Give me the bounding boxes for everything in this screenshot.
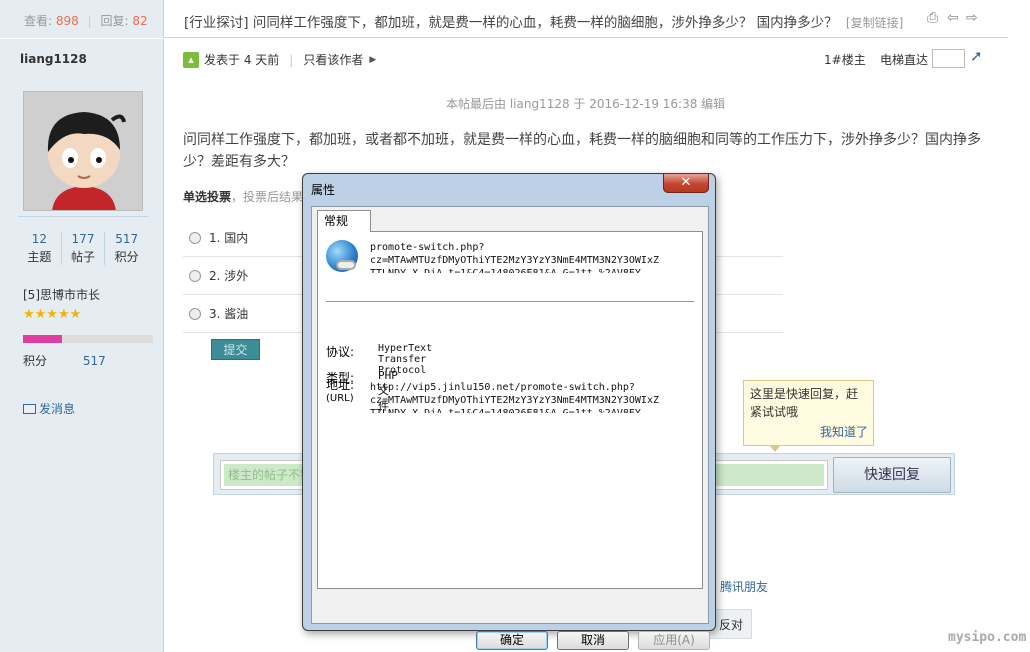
page-margin (1008, 0, 1030, 652)
points-row: 积分 517 (23, 352, 106, 369)
poll-hint: ，投票后结果 (231, 190, 304, 204)
stat-value[interactable]: 177 (62, 232, 105, 246)
ok-button[interactable]: 确定 (476, 631, 548, 650)
send-message-link[interactable]: 发消息 (23, 400, 75, 417)
site-watermark: mysipo.com (948, 630, 1027, 645)
poll-option-label: 1. 国内 (209, 231, 249, 245)
divider (326, 301, 694, 302)
poll-title: 单选投票，投票后结果 (183, 188, 303, 205)
stat-label: 帖子 (71, 250, 96, 264)
prev-thread-icon[interactable]: ⇦ (947, 10, 959, 26)
triangle-right-icon: ▶ (369, 54, 377, 65)
posted-time: 4 天前 (243, 53, 280, 67)
points-progress-bar (23, 335, 153, 343)
dialog-title: 属性 (311, 183, 336, 197)
user-rank: [5]思博市市长 (23, 288, 100, 302)
poll-option-label: 3. 酱油 (209, 307, 249, 321)
floor-jump-input[interactable] (932, 49, 965, 68)
stat-value[interactable]: 12 (18, 232, 61, 246)
quick-reply-button[interactable]: 快速回复 (833, 457, 951, 493)
stat-label: 积分 (114, 250, 139, 264)
close-icon[interactable]: ✕ (663, 174, 709, 193)
envelope-icon (23, 404, 36, 414)
posted-label: 发表于 (204, 53, 241, 67)
only-author-link[interactable]: 只看该作者 (303, 51, 363, 68)
thread-stats: 查看: 898 | 回复: 82 (0, 0, 164, 38)
avatar[interactable] (23, 91, 143, 211)
protocol-row: 协议: HyperText Transfer Protocol (326, 343, 432, 376)
author-name[interactable]: liang1128 (20, 52, 87, 66)
post-meta: ▴ 发表于 4 天前 | 只看该作者 ▶ (183, 51, 376, 68)
poll-type: 单选投票 (183, 190, 232, 204)
file-name: promote-switch.php? cz=MTAwMTUzfDMyOThiY… (370, 242, 659, 273)
divider (18, 216, 148, 217)
rank-stars: ★★★★★ (23, 307, 82, 322)
thread-header: 查看: 898 | 回复: 82 [行业探讨] 问同样工作强度下，都加班，就是费… (0, 0, 1008, 38)
divider: | (289, 52, 294, 67)
views-count: 898 (55, 14, 79, 28)
author-sidebar: liang1128 12 主题 177 帖子 517 积分 [5]思博市市长 ★… (0, 39, 164, 652)
radio-button[interactable] (189, 231, 201, 244)
share-qq-label: 腾讯朋友 (720, 580, 769, 594)
print-icon[interactable]: ⎙ (927, 10, 938, 26)
tooltip-text: 这里是快速回复，赶紧试试哦 (750, 387, 859, 419)
replies-label: 回复: (100, 14, 129, 28)
thread-title-text: [行业探讨] 问同样工作强度下，都加班，就是费一样的心血，耗费一样的脑细胞，涉外… (184, 15, 838, 31)
protocol-label: 协议: (326, 345, 355, 359)
user-online-icon: ▴ (183, 51, 199, 68)
submit-vote-button[interactable]: 提交 (211, 339, 260, 360)
post-body: 问同样工作强度下，都加班，或者都不加班，就是费一样的心血，耗费一样的脑细胞和同等… (183, 132, 981, 170)
stat-value[interactable]: 517 (105, 232, 148, 246)
thread-title: [行业探讨] 问同样工作强度下，都加班，就是费一样的心血，耗费一样的脑细胞，涉外… (184, 11, 903, 31)
divider: | (87, 14, 92, 28)
tooltip-arrow (770, 446, 780, 452)
properties-dialog: 属性 ✕ 常规 promote-switch.php? cz=MTAwMTUzf… (302, 173, 716, 650)
send-message-label: 发消息 (39, 402, 76, 416)
copy-link[interactable]: [复制链接] (846, 16, 903, 30)
stat-posts[interactable]: 177 帖子 (62, 232, 106, 265)
address-label-text: 地址: (326, 378, 355, 392)
progress-fill (23, 335, 62, 343)
quick-reply-tooltip: 这里是快速回复，赶紧试试哦 我知道了 (743, 380, 874, 446)
edit-note: 本帖最后由 liang1128 于 2016-12-19 16:38 编辑 (446, 97, 726, 111)
chain-link-icon (336, 260, 356, 270)
stat-topics[interactable]: 12 主题 (18, 232, 62, 265)
address-sub-label: (URL) (326, 393, 354, 404)
cancel-button[interactable]: 取消 (557, 631, 629, 650)
views-label: 查看: (24, 14, 53, 28)
tab-general[interactable]: 常规 (317, 210, 371, 232)
tooltip-dismiss-link[interactable]: 我知道了 (820, 423, 868, 441)
points-label: 积分 (23, 354, 48, 368)
tab-panel: promote-switch.php? cz=MTAwMTUzfDMyOThiY… (317, 231, 703, 589)
author-stats: 12 主题 177 帖子 517 积分 (18, 232, 148, 265)
replies-count: 82 (132, 14, 148, 28)
stat-label: 主题 (27, 250, 52, 264)
floor-number[interactable]: 1#楼主 (824, 51, 866, 68)
web-link-icon (326, 240, 358, 272)
stat-points[interactable]: 517 积分 (105, 232, 148, 265)
dialog-body: 常规 promote-switch.php? cz=MTAwMTUzfDMyOT… (311, 206, 710, 650)
radio-button[interactable] (189, 269, 201, 282)
address-label: 地址: (URL) (326, 379, 354, 405)
points-value: 517 (82, 354, 106, 368)
go-arrow-icon[interactable]: ➚ (970, 47, 983, 65)
poll-option-label: 2. 涉外 (209, 269, 249, 283)
avatar-illustration (24, 92, 142, 210)
elevator-label: 电梯直达 (880, 53, 929, 67)
address-value[interactable]: http://vip5.jinlu150.net/promote-switch.… (370, 381, 670, 413)
apply-button[interactable]: 应用(A) (638, 631, 710, 650)
radio-button[interactable] (189, 307, 201, 320)
next-thread-icon[interactable]: ⇨ (966, 10, 978, 26)
